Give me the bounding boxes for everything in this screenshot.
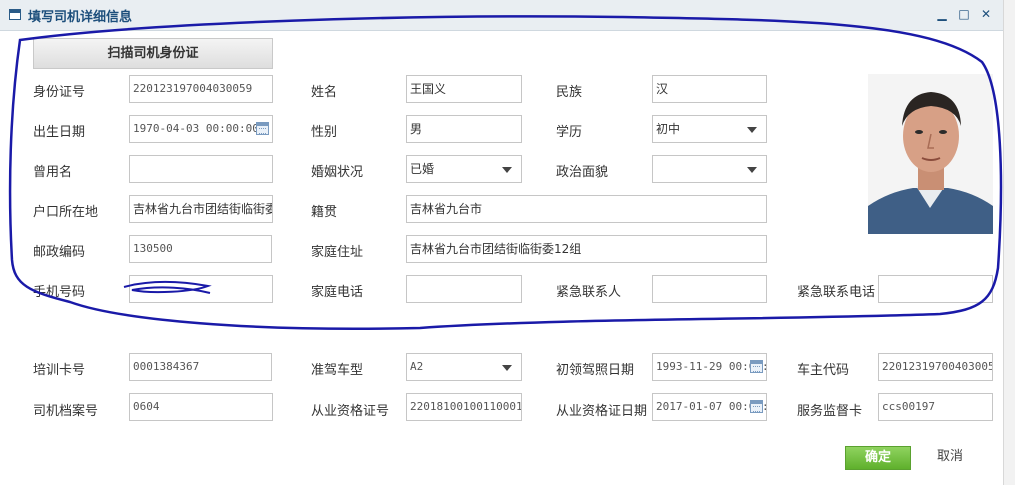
calendar-icon[interactable] [750,400,763,413]
driver-file-no-input[interactable]: 0604 [129,393,273,421]
driver-file-no-label: 司机档案号 [33,404,99,419]
training-card-label: 培训卡号 [33,363,86,378]
calendar-icon[interactable] [750,360,763,373]
qualification-date-input[interactable]: 2017-01-07 00:00:00 [652,393,767,421]
qualification-date-label: 从业资格证日期 [556,404,648,419]
license-type-label: 准驾车型 [311,363,364,378]
cancel-button[interactable]: 取消 [925,446,975,468]
training-card-input[interactable]: 0001384367 [129,353,272,381]
confirm-button[interactable]: 确定 [845,446,911,470]
qualification-no-label: 从业资格证号 [311,404,390,419]
owner-code-label: 车主代码 [797,363,850,378]
supervision-card-label: 服务监督卡 [797,404,863,419]
license-type-select[interactable]: A2 [406,353,522,381]
supervision-card-input[interactable]: ccs00197 [878,393,993,421]
first-license-date-label: 初领驾照日期 [556,363,635,378]
owner-code-input[interactable]: 220123197004030059 [878,353,993,381]
first-license-date-input[interactable]: 1993-11-29 00:00:00 [652,353,767,381]
qualification-no-input[interactable]: 220181001001100011 [406,393,522,421]
